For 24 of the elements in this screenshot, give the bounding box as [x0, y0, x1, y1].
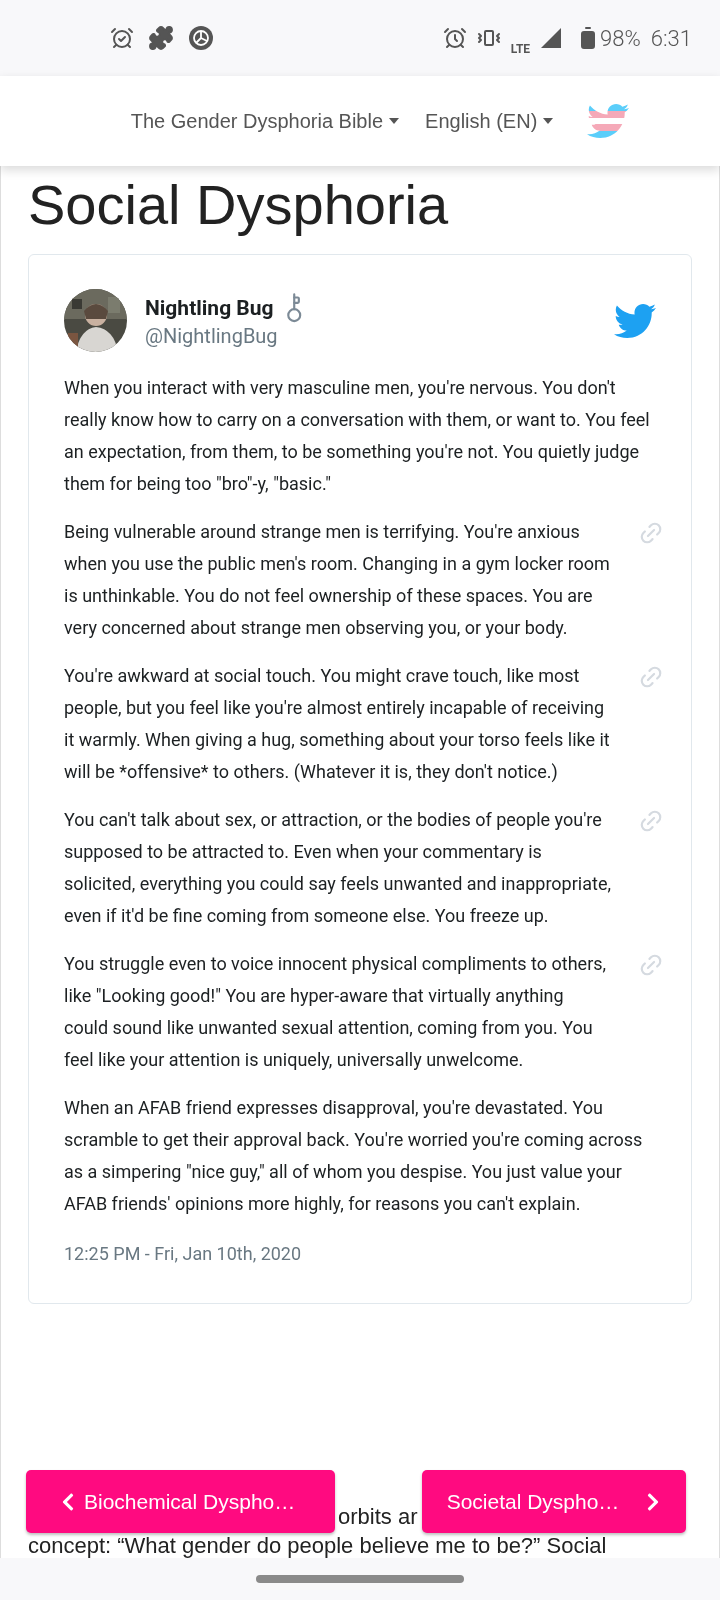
author-handle: @NightlingBug [145, 324, 279, 349]
dropdown-menu[interactable]: English (EN) [425, 106, 554, 136]
signal-icon [540, 27, 563, 49]
page-title: Social Dysphoria [28, 172, 450, 238]
clock: 6:31 [650, 24, 692, 53]
tweet-paragraph: When you interact with very masculine men, you're nervous. You don't really know how to carry on a conversation with them, or want to. You feel an expectation, from them, to be something you're not. You quietly judge them for being too "bro"-y, "basic." [64, 376, 651, 496]
alarm-icon [442, 26, 467, 50]
tweet-paragraph: When an AFAB friend expresses disapproval, you're devastated. You scramble to get their approval back. You're worried you're coming across as a simpering "nice guy," all of whom you despise. You just value your AFAB friends' opinions more highly, for reasons you can't explain. [64, 1096, 644, 1216]
chevron-left-icon [60, 1491, 76, 1512]
network-type: LTE [510, 41, 531, 58]
tweet-paragraph: You struggle even to voice innocent physical compliments to others, like "Looking good!" You are hyper-aware that virtually anything could sound like unwanted sexual attention, coming from you. You feel like your attention is uniquely, universally unwelcome. [64, 952, 608, 1072]
tweet-paragraph: You can't talk about sex, or attraction, or the bodies of people you're supposed to be attracted to. Even when your commentary is solicited, everything you could say feels unwanted and inappropriate, even if it'd be fine coming from someone else. You freeze up. [64, 808, 612, 928]
body-text: concept: “What gender do people believe me to be?” Social [28, 1533, 607, 1558]
next-page-button[interactable]: Societal Dyspho… [422, 1470, 686, 1533]
alarm-check-icon [110, 26, 134, 50]
puzzle-icon [148, 25, 174, 51]
body-text-fragment: orbits ar [338, 1504, 418, 1529]
tweet-timestamp: 12:25 PM - Fri, Jan 10th, 2020 [64, 1242, 303, 1266]
tweet-paragraph: Being vulnerable around strange men is terrifying. You're anxious when you use the public men's room. Changing in a gym locker room is unthinkable. You do not feel ownership of these spaces. You are very concerned about strange men observing you, or your body. [64, 520, 611, 640]
previous-page-button[interactable]: Biochemical Dyspho… [26, 1470, 335, 1533]
author-name: Nightling Bug [145, 294, 274, 322]
battery-level: 98% [600, 24, 641, 53]
dropdown-menu[interactable]: The Gender Dysphoria Bible [130, 106, 400, 136]
tweet-paragraph: You're awkward at social touch. You might crave touch, like most people, but you feel like you're almost entirely incapable of receiving it warmly. When giving a hug, something about your torso feels like it will be *offensive* to others. (Whatever it is, they don't notice.) [64, 664, 611, 784]
